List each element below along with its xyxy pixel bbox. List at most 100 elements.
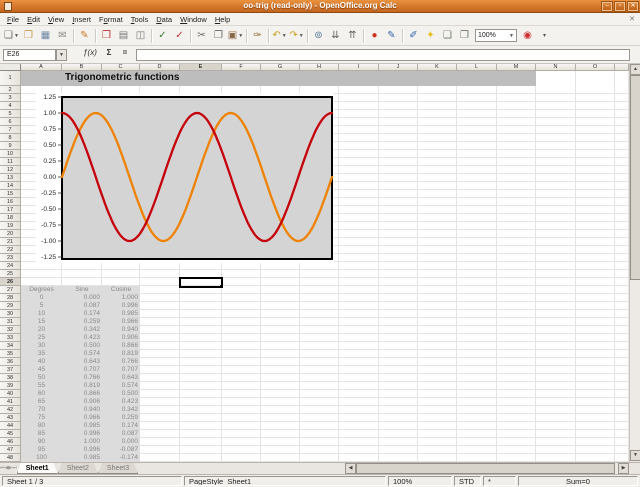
table-cell[interactable]: 0.866 [62,390,102,398]
column-header-c[interactable]: C [102,64,140,71]
table-cell[interactable]: 1.000 [102,294,140,302]
column-header-k[interactable]: K [418,64,457,71]
table-cell[interactable]: 1.000 [62,438,102,446]
table-cell[interactable]: 35 [21,350,62,358]
new-document-button[interactable]: ❏▼ [3,28,20,44]
name-box-dropdown-icon[interactable]: ▼ [56,49,67,61]
row-header-7[interactable]: 7 [0,126,21,134]
menu-item-tools[interactable]: Tools [127,14,153,25]
title-cell-row[interactable]: Trigonometric functions [21,71,536,86]
table-cell[interactable]: 0.087 [62,302,102,310]
table-cell[interactable]: 0.906 [102,334,140,342]
row-header-17[interactable]: 17 [0,206,21,214]
dropdown-arrow-icon[interactable]: ▼ [238,28,243,44]
table-cell[interactable]: -0.174 [102,454,140,462]
name-box[interactable]: E26 [3,49,56,61]
row-header-45[interactable]: 45 [0,430,21,438]
table-cell[interactable]: 25 [21,334,62,342]
table-cell[interactable]: 10 [21,310,62,318]
equals-button[interactable]: = [117,48,133,62]
embedded-chart[interactable]: 1.251.000.750.500.250.00-0.25-0.50-0.75-… [36,93,334,263]
row-header-40[interactable]: 40 [0,390,21,398]
column-header-e[interactable]: E [180,64,222,71]
spreadsheet-grid[interactable]: ABCDEFGHIJKLMNO 123456789101112131415161… [0,64,629,462]
scroll-up-icon[interactable]: ▲ [630,64,640,75]
dropdown-arrow-icon[interactable]: ▼ [299,28,304,44]
row-header-28[interactable]: 28 [0,294,21,302]
spellcheck-button[interactable]: ✓ [154,28,171,44]
table-cell[interactable]: 0.000 [62,294,102,302]
row-header-6[interactable]: 6 [0,118,21,126]
row-header-12[interactable]: 12 [0,166,21,174]
table-cell[interactable]: 0.996 [62,446,102,454]
row-header-3[interactable]: 3 [0,94,21,102]
table-cell[interactable]: 50 [21,374,62,382]
zoom-combobox[interactable]: 100%▼ [475,29,517,42]
row-header-4[interactable]: 4 [0,102,21,110]
row-header-43[interactable]: 43 [0,414,21,422]
row-header-25[interactable]: 25 [0,270,21,278]
fill-handle[interactable] [220,285,223,288]
table-cell[interactable]: 0.000 [102,438,140,446]
status-field-insert-mode[interactable]: STD [454,476,481,486]
table-cell[interactable]: 70 [21,406,62,414]
sort-ascending-button[interactable]: ⇊ [327,28,344,44]
table-cell[interactable]: 90 [21,438,62,446]
help-button[interactable]: ◉ [519,28,536,44]
minimize-button[interactable]: – [602,2,612,11]
table-cell[interactable]: 0.259 [62,318,102,326]
row-header-13[interactable]: 13 [0,174,21,182]
row-header-47[interactable]: 47 [0,446,21,454]
menu-item-view[interactable]: View [44,14,68,25]
undo-button[interactable]: ↶▼ [271,28,288,44]
row-header-29[interactable]: 29 [0,302,21,310]
row-header-5[interactable]: 5 [0,110,21,118]
row-header-46[interactable]: 46 [0,438,21,446]
table-cell[interactable]: 0.906 [62,398,102,406]
table-cell[interactable]: 30 [21,342,62,350]
column-header-f[interactable]: F [222,64,261,71]
table-cell[interactable]: 0.643 [62,358,102,366]
row-header-34[interactable]: 34 [0,342,21,350]
vertical-scrollbar[interactable]: ▲ ▼ [629,64,640,462]
copy-button[interactable]: ❐ [210,28,227,44]
table-cell[interactable]: 0.819 [62,382,102,390]
edit-file-button[interactable]: ✎ [76,28,93,44]
format-paintbrush-button[interactable]: ✑ [249,28,266,44]
column-header-a[interactable]: A [21,64,62,71]
row-header-11[interactable]: 11 [0,158,21,166]
column-header-j[interactable]: J [379,64,418,71]
row-header-31[interactable]: 31 [0,318,21,326]
table-cell[interactable]: 0.574 [62,350,102,358]
maximize-button[interactable]: ▫ [615,2,625,11]
table-cell[interactable]: 0 [21,294,62,302]
table-cell[interactable]: 0.766 [102,358,140,366]
table-cell[interactable]: 0.174 [62,310,102,318]
document-close-icon[interactable]: ✕ [629,15,635,23]
horizontal-scrollbar-thumb[interactable] [356,463,615,474]
table-cell[interactable]: 0.940 [102,326,140,334]
table-cell[interactable]: 0.423 [62,334,102,342]
row-header-21[interactable]: 21 [0,238,21,246]
table-cell[interactable]: 0.966 [102,318,140,326]
row-header-8[interactable]: 8 [0,134,21,142]
row-header-20[interactable]: 20 [0,230,21,238]
row-header-22[interactable]: 22 [0,246,21,254]
table-cell[interactable]: 80 [21,422,62,430]
row-header-35[interactable]: 35 [0,350,21,358]
row-header-36[interactable]: 36 [0,358,21,366]
row-header-48[interactable]: 48 [0,454,21,462]
table-cell[interactable]: 0.819 [102,350,140,358]
row-header-2[interactable]: 2 [0,86,21,94]
table-cell[interactable]: 0.643 [102,374,140,382]
table-cell[interactable]: 0.985 [102,310,140,318]
hyperlink-button[interactable]: ⊚ [310,28,327,44]
row-header-30[interactable]: 30 [0,310,21,318]
email-button[interactable]: ✉ [54,28,71,44]
table-cell[interactable]: 0.966 [62,414,102,422]
row-header-16[interactable]: 16 [0,198,21,206]
table-cell[interactable]: 0.985 [62,422,102,430]
table-cell[interactable]: 0.707 [102,366,140,374]
table-cell[interactable]: -0.087 [102,446,140,454]
table-cell[interactable]: 0.766 [62,374,102,382]
